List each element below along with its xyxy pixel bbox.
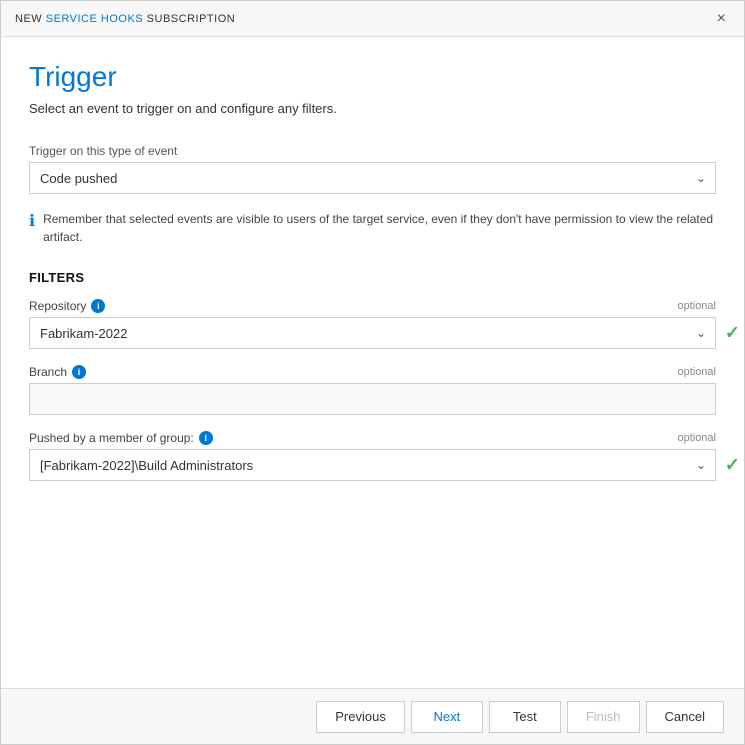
cancel-button[interactable]: Cancel xyxy=(646,701,724,733)
branch-input[interactable] xyxy=(29,383,716,415)
branch-label-row: Branch i optional xyxy=(29,365,716,379)
info-text: Remember that selected events are visibl… xyxy=(43,210,716,246)
dialog-header: NEW SERVICE HOOKS SUBSCRIPTION × xyxy=(1,1,744,37)
branch-filter-row: Branch i optional xyxy=(29,365,716,415)
dialog: NEW SERVICE HOOKS SUBSCRIPTION × Trigger… xyxy=(0,0,745,745)
pushed-by-filter-row: Pushed by a member of group: i optional … xyxy=(29,431,716,481)
trigger-label: Trigger on this type of event xyxy=(29,144,716,158)
filters-heading: FILTERS xyxy=(29,270,716,285)
trigger-section: Trigger on this type of event Code pushe… xyxy=(29,144,716,194)
pushed-by-select-wrapper: [Fabrikam-2022]\Build Administrators ⌄ ✓ xyxy=(29,449,716,481)
pushed-by-label-row: Pushed by a member of group: i optional xyxy=(29,431,716,445)
repository-filter-row: Repository i optional Fabrikam-2022 ⌄ ✓ xyxy=(29,299,716,349)
pushed-by-label: Pushed by a member of group: i xyxy=(29,431,213,445)
finish-button[interactable]: Finish xyxy=(567,701,640,733)
page-title: Trigger xyxy=(29,61,716,93)
info-icon: ℹ xyxy=(29,211,35,231)
previous-button[interactable]: Previous xyxy=(316,701,405,733)
branch-optional: optional xyxy=(677,366,716,378)
repository-label: Repository i xyxy=(29,299,105,313)
repository-select[interactable]: Fabrikam-2022 xyxy=(29,317,716,349)
branch-info-icon[interactable]: i xyxy=(72,365,86,379)
dialog-footer: Previous Next Test Finish Cancel xyxy=(1,688,744,744)
close-button[interactable]: × xyxy=(713,10,730,28)
next-button[interactable]: Next xyxy=(411,701,483,733)
branch-label: Branch i xyxy=(29,365,86,379)
info-box: ℹ Remember that selected events are visi… xyxy=(29,210,716,246)
trigger-select-wrapper: Code pushed ⌄ xyxy=(29,162,716,194)
pushed-by-info-icon[interactable]: i xyxy=(199,431,213,445)
pushed-by-select[interactable]: [Fabrikam-2022]\Build Administrators xyxy=(29,449,716,481)
repository-optional: optional xyxy=(677,300,716,312)
dialog-title: NEW SERVICE HOOKS SUBSCRIPTION xyxy=(15,13,235,25)
repository-info-icon[interactable]: i xyxy=(91,299,105,313)
page-subtitle: Select an event to trigger on and config… xyxy=(29,101,716,116)
pushed-by-optional: optional xyxy=(677,432,716,444)
test-button[interactable]: Test xyxy=(489,701,561,733)
repository-label-row: Repository i optional xyxy=(29,299,716,313)
close-icon: × xyxy=(717,10,726,27)
repository-select-wrapper: Fabrikam-2022 ⌄ ✓ xyxy=(29,317,716,349)
trigger-event-select[interactable]: Code pushed xyxy=(29,162,716,194)
dialog-content: Trigger Select an event to trigger on an… xyxy=(1,37,744,688)
pushed-by-check-icon: ✓ xyxy=(725,455,740,476)
repository-check-icon: ✓ xyxy=(725,323,740,344)
